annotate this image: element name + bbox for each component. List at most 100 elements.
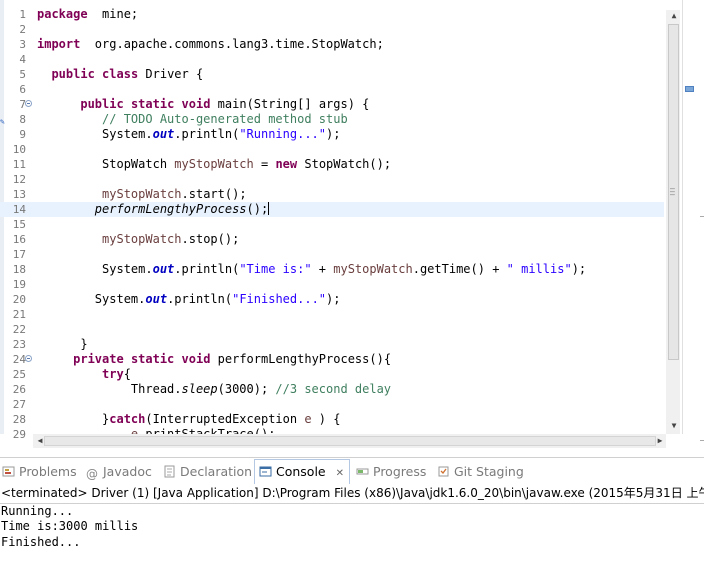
code-token: .stop(); — [181, 232, 240, 246]
code-text: System.out.println("Time is:" + myStopWa… — [37, 262, 586, 277]
code-token: import — [37, 37, 81, 51]
code-token: public — [80, 97, 124, 111]
code-line[interactable]: 7 public static void main(String[] args)… — [0, 97, 664, 112]
line-number: 22 — [12, 323, 26, 336]
task-marker-icon[interactable]: ✎ — [0, 114, 8, 126]
code-line[interactable]: 1 package mine; — [0, 7, 664, 22]
tab-git-staging[interactable]: Git Staging — [437, 462, 524, 482]
edge-divider — [700, 440, 704, 441]
code-token: ); — [326, 127, 341, 141]
code-token: .getTime() + — [412, 262, 507, 276]
console-status-line: <terminated> Driver (1) [Java Applicatio… — [0, 484, 704, 504]
code-line[interactable]: 21 — [0, 307, 664, 322]
text-caret — [268, 202, 270, 215]
code-line[interactable]: 18 System.out.println("Time is:" + mySto… — [0, 262, 664, 277]
code-line[interactable]: 9 System.out.println("Running..."); — [0, 127, 664, 142]
scroll-up-icon[interactable]: ▲ — [668, 10, 680, 22]
scroll-right-icon[interactable]: ▶ — [654, 434, 666, 448]
line-number: 23 — [12, 338, 26, 351]
code-line[interactable]: 4 — [0, 52, 664, 67]
code-editor[interactable]: 1 package mine; 2 3 import org.apache.common… — [0, 0, 704, 456]
code-token: Thread. — [37, 382, 182, 396]
code-token: "Finished..." — [232, 292, 327, 306]
code-token: void — [181, 352, 211, 366]
code-line[interactable]: 23 } — [0, 337, 664, 352]
tab-declaration[interactable]: Declaration — [163, 462, 252, 482]
code-token: ); — [326, 292, 341, 306]
line-number: 10 — [12, 143, 26, 156]
code-token: myStopWatch — [333, 262, 413, 276]
tab-console[interactable]: Console ✕ — [259, 462, 344, 482]
code-text: StopWatch myStopWatch = new StopWatch(); — [37, 157, 391, 172]
scroll-grip-icon: — — — — [670, 184, 675, 199]
code-text: } — [37, 337, 88, 352]
javadoc-icon: @ — [86, 467, 98, 481]
scroll-left-icon[interactable]: ◀ — [34, 434, 46, 448]
editor-horizontal-scrollbar-thumb[interactable] — [44, 436, 656, 446]
console-line: Finished... — [1, 535, 81, 549]
code-text: // TODO Auto-generated method stub — [37, 112, 348, 127]
line-number: 24 — [12, 353, 26, 366]
code-text: public static void main(String[] args) { — [37, 97, 369, 112]
code-line[interactable]: 14 performLengthyProcess(); — [0, 202, 664, 217]
code-line[interactable]: 3 import org.apache.commons.lang3.time.St… — [0, 37, 664, 52]
code-line[interactable]: 19 — [0, 277, 664, 292]
line-number: 12 — [12, 173, 26, 186]
code-line[interactable]: 28 }catch(InterruptedException e ) { — [0, 412, 664, 427]
declaration-icon — [164, 465, 175, 478]
code-token: catch — [109, 412, 146, 426]
line-number: 18 — [12, 263, 26, 276]
line-number: 3 — [19, 38, 26, 51]
code-line[interactable]: 15 — [0, 217, 664, 232]
code-token: } — [37, 337, 88, 351]
tab-progress[interactable]: Progress — [356, 462, 426, 482]
code-token: .println( — [167, 292, 233, 306]
code-text: myStopWatch.start(); — [37, 187, 247, 202]
code-line[interactable]: 25 try{ — [0, 367, 664, 382]
code-line[interactable]: 22 — [0, 322, 664, 337]
code-text: public class Driver { — [37, 67, 203, 82]
problems-icon — [2, 466, 15, 477]
code-line[interactable]: 27 — [0, 397, 664, 412]
fold-toggle-icon[interactable] — [25, 355, 32, 362]
overview-ruler[interactable] — [682, 0, 704, 434]
code-line[interactable]: 16 myStopWatch.stop(); — [0, 232, 664, 247]
overview-marker-icon[interactable] — [685, 86, 694, 92]
code-text: performLengthyProcess(); — [37, 202, 270, 217]
close-tab-icon[interactable]: ✕ — [336, 468, 344, 479]
line-number: 16 — [12, 233, 26, 246]
code-token: mine; — [87, 7, 139, 21]
code-token: main(String[] args) { — [210, 97, 370, 111]
code-line[interactable]: 26 Thread.sleep(3000); //3 second delay — [0, 382, 664, 397]
tab-problems[interactable]: Problems — [2, 462, 77, 482]
code-line[interactable]: 24 private static void performLengthyPro… — [0, 352, 664, 367]
console-output[interactable]: Running... Time is:3000 millis Finished.… — [0, 504, 704, 571]
code-text: Thread.sleep(3000); //3 second delay — [37, 382, 391, 397]
code-line[interactable]: 17 — [0, 247, 664, 262]
code-token: static — [130, 97, 175, 111]
code-line[interactable]: 2 — [0, 22, 664, 37]
scroll-down-icon[interactable]: ▼ — [668, 420, 680, 432]
code-token: .start(); — [181, 187, 247, 201]
console-line: Time is:3000 millis — [1, 519, 139, 533]
code-token: System. — [37, 292, 146, 306]
line-number: 5 — [19, 68, 26, 81]
code-line[interactable]: 13 myStopWatch.start(); — [0, 187, 664, 202]
code-token: public — [51, 67, 95, 81]
line-number: 13 — [12, 188, 26, 201]
line-number: 4 — [19, 53, 26, 66]
fold-toggle-icon[interactable] — [25, 100, 32, 107]
code-line[interactable]: 6 — [0, 82, 664, 97]
code-line[interactable]: 5 public class Driver { — [0, 67, 664, 82]
code-token: StopWatch — [37, 157, 175, 171]
code-line[interactable]: 11 StopWatch myStopWatch = new StopWatch… — [0, 157, 664, 172]
code-line[interactable]: 12 — [0, 172, 664, 187]
code-line[interactable]: 8 ✎ // TODO Auto-generated method stub — [0, 112, 664, 127]
progress-icon — [356, 468, 369, 475]
tab-javadoc[interactable]: @ Javadoc — [86, 462, 152, 482]
code-line[interactable]: 10 — [0, 142, 664, 157]
code-line[interactable]: 20 System.out.println("Finished..."); — [0, 292, 664, 307]
